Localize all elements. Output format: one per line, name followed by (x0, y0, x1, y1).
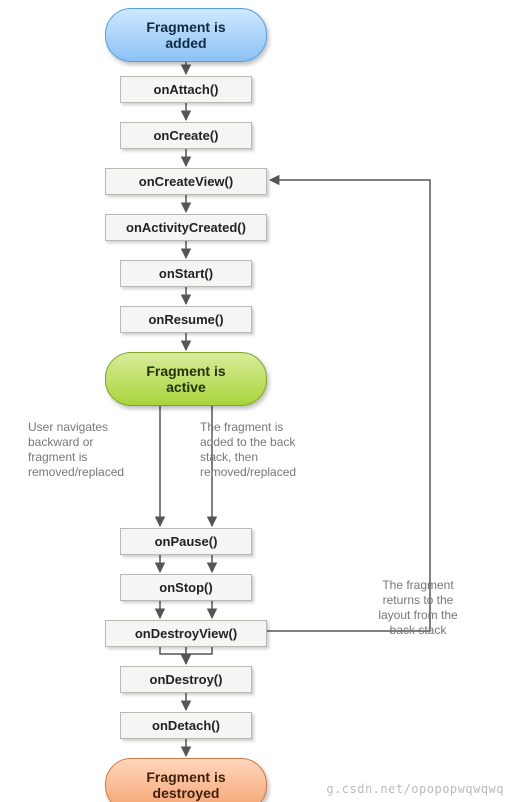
annot-text: removed/replaced (200, 465, 296, 479)
call-onstop: onStop() (120, 574, 252, 601)
call-ondestroyview: onDestroyView() (105, 620, 267, 647)
call-onresume: onResume() (120, 306, 252, 333)
annot-text: fragment is (28, 450, 87, 464)
annotation-back: The fragment returns to the layout from … (348, 578, 488, 638)
annot-text: returns to the (383, 593, 454, 607)
state-active: Fragment is active (105, 352, 267, 406)
watermark: g.csdn.net/opopopwqwqwq (326, 782, 504, 796)
call-onactivitycreated: onActivityCreated() (105, 214, 267, 241)
state-added-l1: Fragment is (146, 19, 225, 35)
annot-text: back stack (390, 623, 447, 637)
call-oncreateview: onCreateView() (105, 168, 267, 195)
call-oncreate: onCreate() (120, 122, 252, 149)
call-ondetach: onDetach() (120, 712, 252, 739)
call-onattach: onAttach() (120, 76, 252, 103)
state-active-l2: active (166, 379, 206, 395)
state-active-l1: Fragment is (146, 363, 225, 379)
annotation-right: The fragment is added to the back stack,… (200, 420, 340, 480)
state-destroyed: Fragment is destroyed (105, 758, 267, 802)
call-ondestroy: onDestroy() (120, 666, 252, 693)
annot-text: backward or (28, 435, 93, 449)
annot-text: User navigates (28, 420, 108, 434)
annot-text: added to the back (200, 435, 295, 449)
call-onpause: onPause() (120, 528, 252, 555)
annot-text: stack, then (200, 450, 258, 464)
annotation-left: User navigates backward or fragment is r… (28, 420, 158, 480)
state-destroyed-l1: Fragment is (146, 769, 225, 785)
annot-text: The fragment (382, 578, 453, 592)
annot-text: removed/replaced (28, 465, 124, 479)
state-added: Fragment is added (105, 8, 267, 62)
diagram-canvas: .col{left:186px !important;} Fragment is… (0, 0, 512, 802)
annot-text: layout from the (378, 608, 457, 622)
state-destroyed-l2: destroyed (153, 785, 220, 801)
state-added-l2: added (165, 35, 206, 51)
call-onstart: onStart() (120, 260, 252, 287)
annot-text: The fragment is (200, 420, 283, 434)
